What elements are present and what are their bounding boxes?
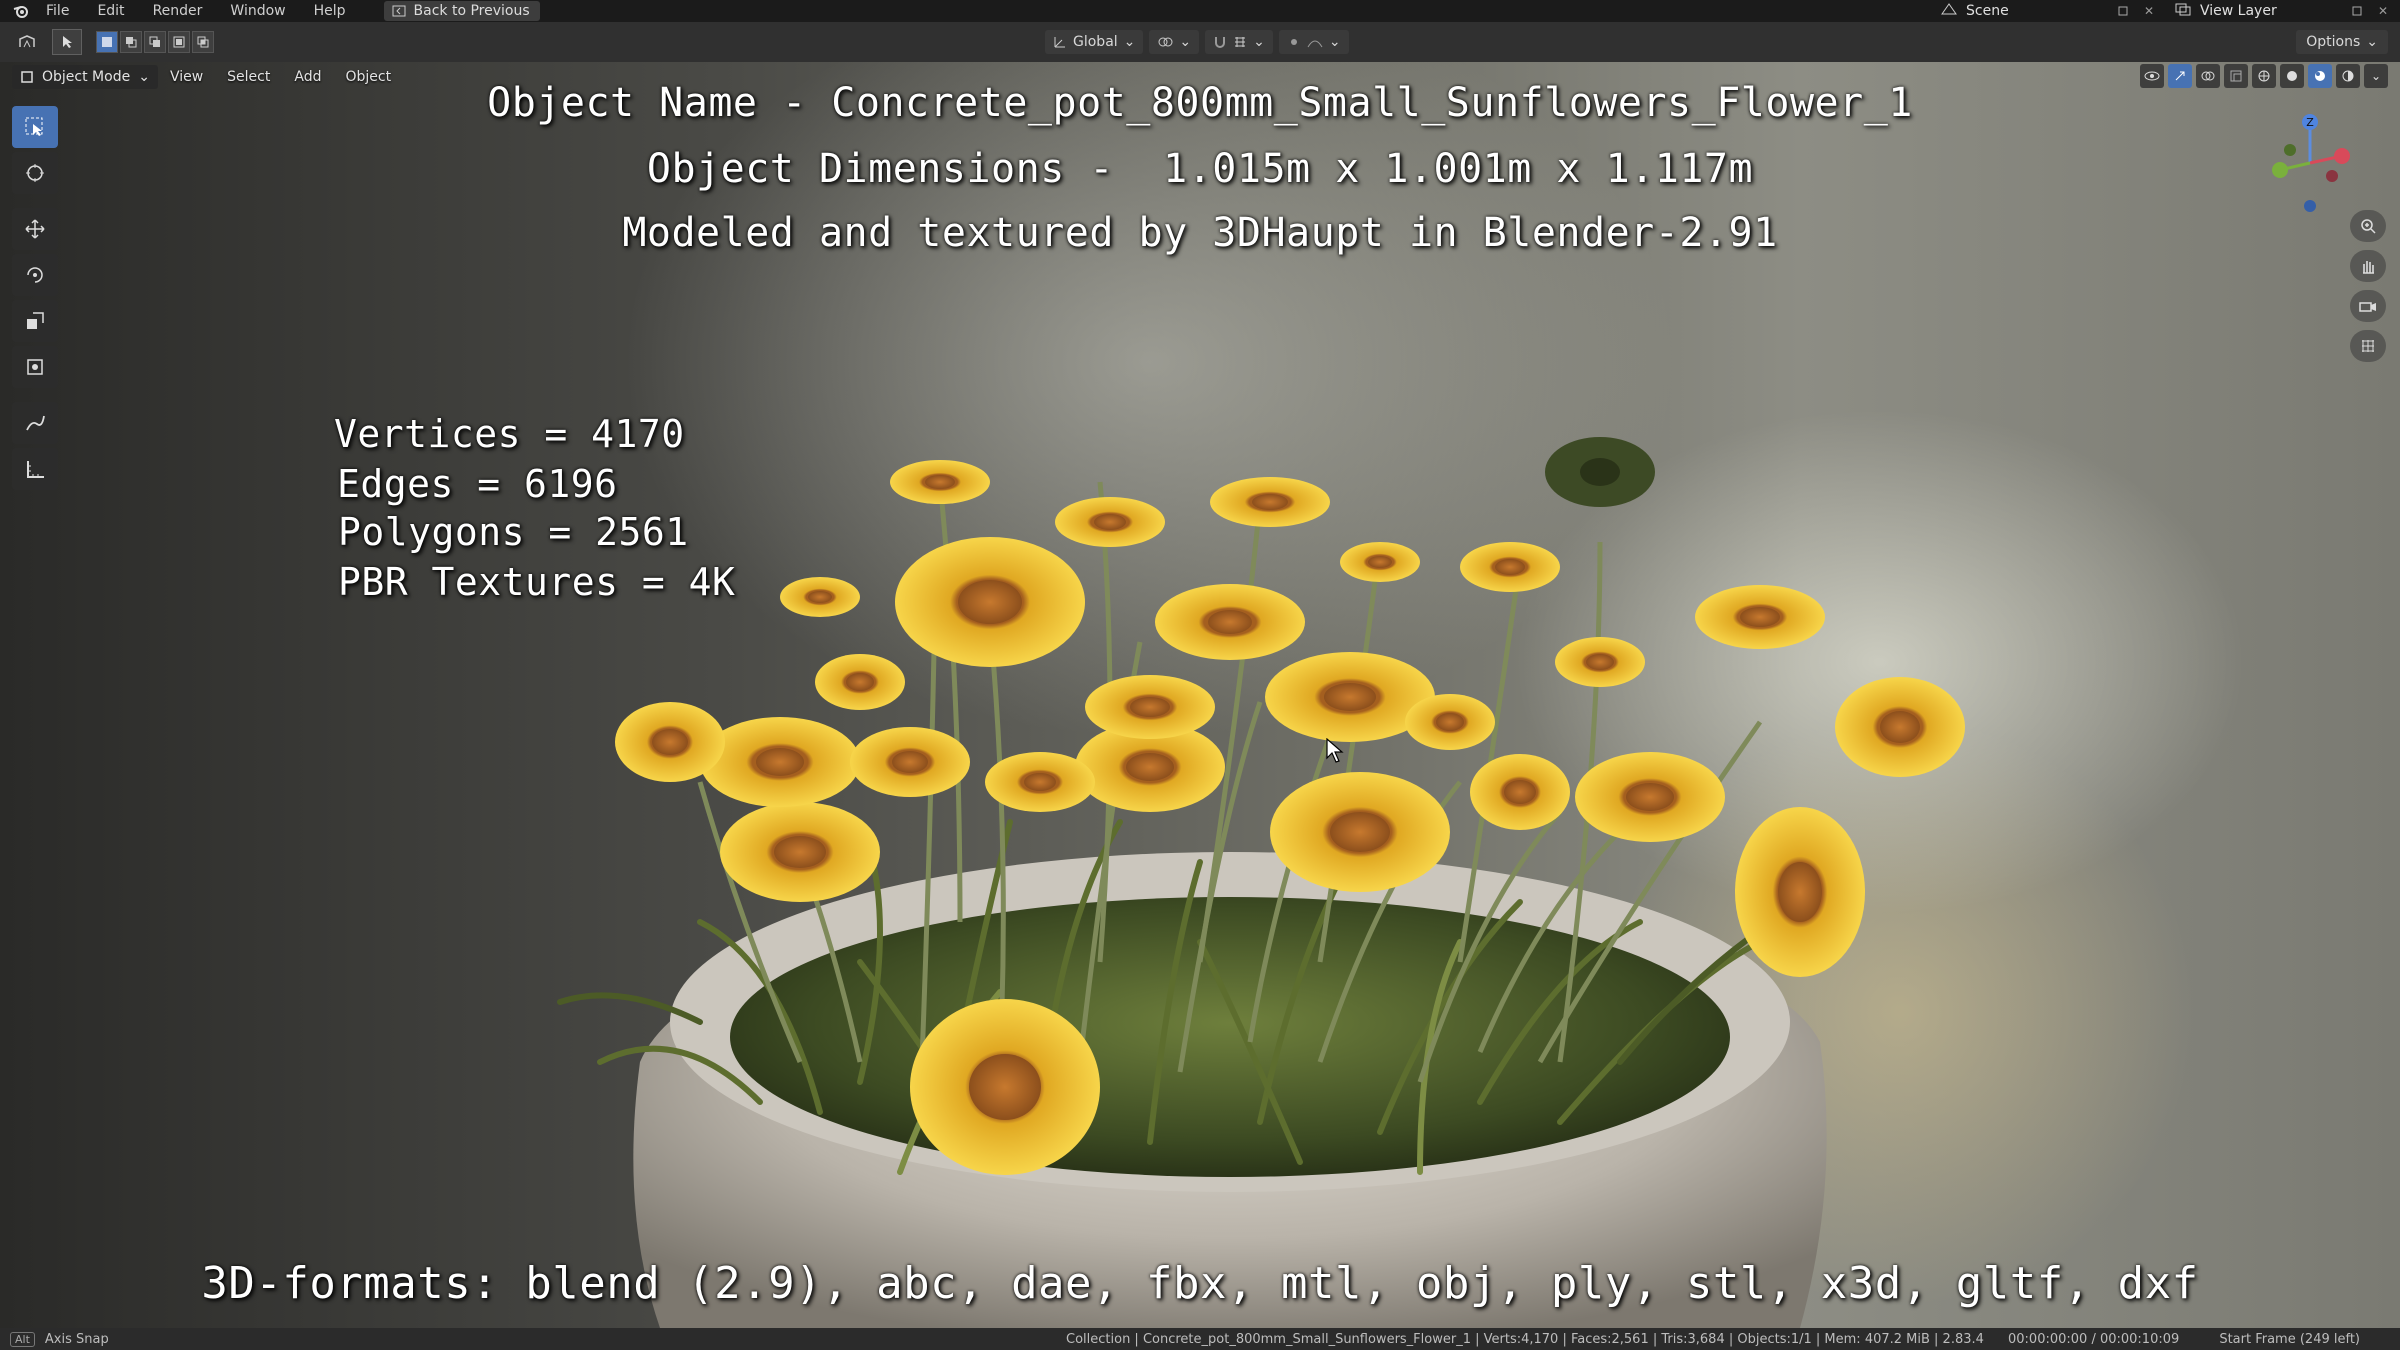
object-dimensions-text: Object Dimensions - 1.015m x 1.001m x 1.… <box>646 146 1754 192</box>
orientation-value: Global <box>1073 34 1118 50</box>
falloff-curve-icon <box>1307 40 1323 48</box>
textures-stat: PBR Textures = 4K <box>338 560 736 604</box>
transform-orientation-group: Global ⌄ ⌄ ⌄ ⌄ <box>1045 30 1349 54</box>
proportional-editing-toggle[interactable]: ⌄ <box>1278 30 1349 54</box>
modeled-by-text: Modeled and textured by 3DHaupt in Blend… <box>622 210 1778 256</box>
select-invert-icon[interactable] <box>168 31 190 53</box>
status-bar: Alt Axis Snap Collection | Concrete_pot_… <box>0 1328 2400 1350</box>
menu-file[interactable]: File <box>32 3 83 19</box>
select-tool-icon[interactable] <box>52 29 82 55</box>
back-to-previous-label: Back to Previous <box>413 3 530 19</box>
annotate-tool-icon[interactable] <box>12 402 58 444</box>
scene-name: Scene <box>1966 3 2009 19</box>
pan-hand-icon[interactable] <box>2350 250 2386 282</box>
remove-view-layer-icon[interactable]: ✕ <box>2374 2 2392 20</box>
neg-z-axis-handle[interactable] <box>2304 200 2316 212</box>
x-axis-handle[interactable] <box>2334 148 2350 164</box>
edges-stat: Edges = 6196 <box>337 462 618 506</box>
zoom-icon[interactable] <box>2350 210 2386 242</box>
options-label: Options <box>2306 34 2361 50</box>
menu-help[interactable]: Help <box>300 3 360 19</box>
transform-orientation-dropdown[interactable]: Global ⌄ <box>1045 30 1144 54</box>
camera-view-icon[interactable] <box>2350 290 2386 322</box>
back-to-previous-button[interactable]: Back to Previous <box>383 1 540 21</box>
select-intersect-icon[interactable] <box>192 31 214 53</box>
pivot-icon <box>1158 37 1173 47</box>
rotate-tool-icon[interactable] <box>12 254 58 296</box>
chevron-down-icon: ⌄ <box>1253 34 1265 50</box>
selection-mode-group <box>96 31 214 53</box>
navigation-gizmo[interactable]: Z <box>2250 108 2370 218</box>
axis-orientation-icon <box>1054 37 1065 48</box>
chevron-down-icon: ⌄ <box>1123 34 1136 50</box>
chevron-down-icon: ⌄ <box>1179 34 1192 50</box>
blender-logo-icon[interactable] <box>10 0 32 22</box>
polygons-stat: Polygons = 2561 <box>338 510 689 554</box>
measure-tool-icon[interactable] <box>12 448 58 490</box>
menu-window[interactable]: Window <box>216 3 299 19</box>
vertices-stat: Vertices = 4170 <box>334 412 685 456</box>
back-icon <box>392 5 406 17</box>
menu-edit[interactable]: Edit <box>83 3 138 19</box>
pivot-point-dropdown[interactable]: ⌄ <box>1149 30 1200 54</box>
y-axis-handle[interactable] <box>2272 162 2288 178</box>
chevron-down-icon: ⌄ <box>1328 34 1341 50</box>
navigation-controls <box>2350 210 2386 362</box>
scene-selector[interactable]: Scene ✕ <box>1932 1 2166 21</box>
axis-snap-hint: Axis Snap <box>44 1331 109 1347</box>
options-dropdown[interactable]: Options ⌄ <box>2296 30 2388 54</box>
select-new-icon[interactable] <box>96 31 118 53</box>
transform-tool-icon[interactable] <box>12 346 58 388</box>
tool-header: Global ⌄ ⌄ ⌄ ⌄ Options ⌄ <box>0 22 2400 62</box>
new-view-layer-icon[interactable] <box>2348 2 2366 20</box>
select-subtract-icon[interactable] <box>144 31 166 53</box>
view-layer-name: View Layer <box>2200 3 2277 19</box>
editor-type-icon[interactable] <box>12 29 42 55</box>
new-scene-icon[interactable] <box>2114 2 2132 20</box>
object-name-text: Object Name - Concrete_pot_800mm_Small_S… <box>487 80 1913 126</box>
3d-viewport[interactable]: Object Mode ⌄ View Select Add Object ⌄ O… <box>0 62 2400 1328</box>
z-axis-label: Z <box>2306 116 2314 129</box>
orthographic-grid-icon[interactable] <box>2350 330 2386 362</box>
magnet-icon <box>1215 37 1226 48</box>
snap-grid-icon <box>1235 37 1246 47</box>
neg-x-axis-handle[interactable] <box>2326 170 2338 182</box>
scale-tool-icon[interactable] <box>12 300 58 342</box>
remove-scene-icon[interactable]: ✕ <box>2140 2 2158 20</box>
chevron-down-icon: ⌄ <box>2366 34 2378 50</box>
alt-key-badge: Alt <box>10 1331 35 1347</box>
scene-statistics: Collection | Concrete_pot_800mm_Small_Su… <box>1066 1331 1984 1347</box>
scene-icon <box>1940 2 1958 20</box>
view-layer-selector[interactable]: View Layer ✕ <box>2166 1 2400 21</box>
formats-text: 3D-formats: blend (2.9), abc, dae, fbx, … <box>201 1258 2199 1309</box>
view-layer-icon <box>2174 2 2192 20</box>
top-menu-bar: File Edit Render Window Help Back to Pre… <box>0 0 2400 22</box>
neg-y-axis-handle[interactable] <box>2284 144 2296 156</box>
start-frame-info: Start Frame (249 left) <box>2219 1331 2360 1347</box>
menu-render[interactable]: Render <box>139 3 217 19</box>
proportional-edit-icon <box>1290 39 1297 45</box>
snapping-toggle[interactable]: ⌄ <box>1205 30 1273 54</box>
select-extend-icon[interactable] <box>120 31 142 53</box>
mouse-cursor-icon <box>1326 738 1344 763</box>
playback-time: 00:00:00:00 / 00:00:10:09 <box>2008 1331 2180 1347</box>
